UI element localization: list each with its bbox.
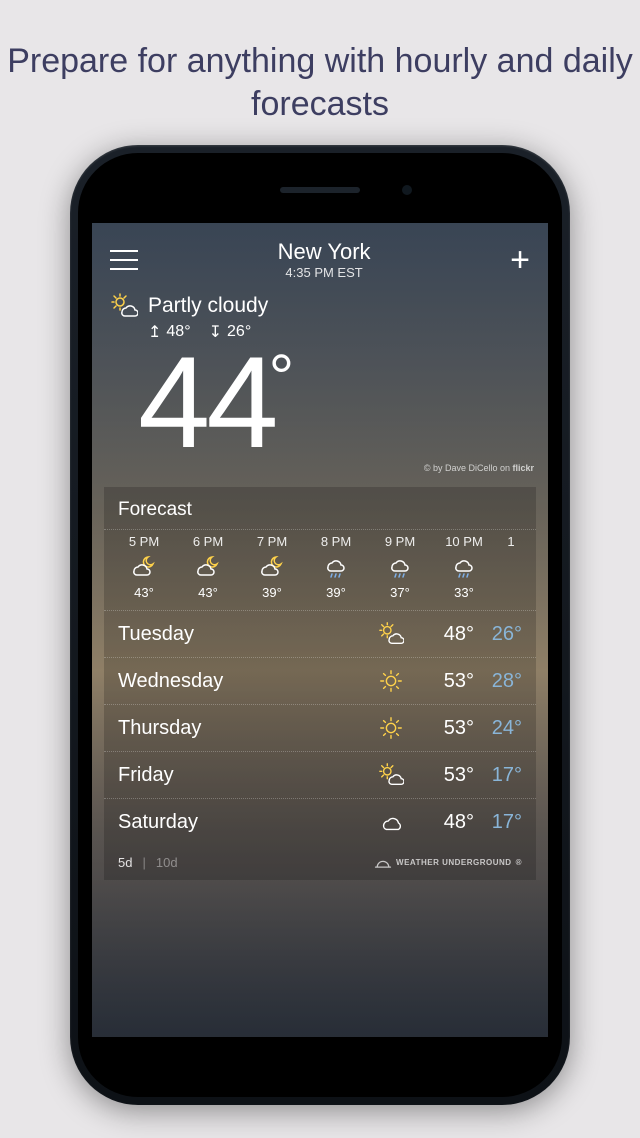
hour-temp: 37°	[368, 585, 432, 600]
photo-attribution: © by Dave DiCello on flickr	[92, 463, 548, 473]
rain-icon	[386, 553, 414, 581]
day-low: 17°	[474, 764, 522, 787]
current-conditions: Partly cloudy ↥ 48° ↧ 26° 44°	[92, 284, 548, 467]
hourly-item: 10 PM 33°	[432, 534, 496, 600]
hour-label: 5 PM	[112, 534, 176, 549]
provider-brand: WEATHER UNDERGROUND®	[374, 858, 522, 868]
partly-cloudy-icon	[110, 292, 138, 320]
hour-label: 7 PM	[240, 534, 304, 549]
hourly-item: 7 PM 39°	[240, 534, 304, 600]
rain-icon	[322, 553, 350, 581]
range-divider: |	[142, 855, 145, 870]
weather-underground-icon	[374, 858, 392, 868]
hour-label: 6 PM	[176, 534, 240, 549]
hourly-item: 6 PM 43°	[176, 534, 240, 600]
daily-forecast: Tuesday48°26°Wednesday53°28°Thursday53°2…	[104, 610, 536, 845]
night-cloud-icon	[194, 553, 222, 581]
forecast-panel: Forecast 5 PM43°6 PM43°7 PM39°8 PM39°9 P…	[104, 487, 536, 880]
sunny-icon	[378, 668, 404, 694]
day-name: Tuesday	[118, 623, 356, 646]
rain-icon	[450, 553, 478, 581]
location-time: 4:35 PM EST	[138, 265, 510, 280]
partly-cloudy-icon	[378, 762, 404, 788]
cloudy-icon	[378, 809, 404, 835]
night-cloud-icon	[130, 553, 158, 581]
daily-row[interactable]: Wednesday 53°28°	[104, 657, 536, 704]
hour-temp: 43°	[112, 585, 176, 600]
day-low: 26°	[474, 623, 522, 646]
hourly-item: 9 PM 37°	[368, 534, 432, 600]
phone-bezel: New York 4:35 PM EST + Partly cloudy ↥ 4…	[78, 153, 562, 1097]
hour-temp: 39°	[240, 585, 304, 600]
night-cloud-icon	[258, 553, 286, 581]
partly-cloudy-icon	[378, 621, 404, 647]
range-5d-button[interactable]: 5d	[118, 855, 132, 870]
hourly-forecast[interactable]: 5 PM43°6 PM43°7 PM39°8 PM39°9 PM37°10 PM…	[104, 529, 536, 610]
promo-headline: Prepare for anything with hourly and dai…	[0, 40, 640, 125]
day-high: 53°	[426, 670, 474, 693]
day-high: 48°	[426, 811, 474, 834]
condition-text: Partly cloudy	[148, 294, 268, 318]
hour-label: 1	[496, 534, 526, 549]
location-block[interactable]: New York 4:35 PM EST	[138, 239, 510, 280]
daily-row[interactable]: Friday 53°17°	[104, 751, 536, 798]
phone-frame: New York 4:35 PM EST + Partly cloudy ↥ 4…	[70, 145, 570, 1105]
day-low: 28°	[474, 670, 522, 693]
forecast-footer: 5d | 10d WEATHER UNDERGROUND®	[104, 845, 536, 880]
daily-row[interactable]: Thursday 53°24°	[104, 704, 536, 751]
current-temperature: 44°	[138, 337, 530, 467]
day-name: Saturday	[118, 811, 356, 834]
day-name: Friday	[118, 764, 356, 787]
menu-icon[interactable]	[110, 250, 138, 270]
location-name: New York	[138, 239, 510, 265]
hour-temp: 33°	[432, 585, 496, 600]
daily-row[interactable]: Tuesday 48°26°	[104, 610, 536, 657]
sunny-icon	[378, 715, 404, 741]
forecast-title: Forecast	[104, 499, 536, 529]
hour-label: 10 PM	[432, 534, 496, 549]
hour-label: 9 PM	[368, 534, 432, 549]
hour-temp: 39°	[304, 585, 368, 600]
add-location-button[interactable]: +	[510, 250, 530, 270]
hour-temp: 43°	[176, 585, 240, 600]
app-screen: New York 4:35 PM EST + Partly cloudy ↥ 4…	[92, 223, 548, 1037]
hourly-item: 5 PM 43°	[112, 534, 176, 600]
day-high: 53°	[426, 764, 474, 787]
range-10d-button[interactable]: 10d	[156, 855, 178, 870]
daily-row[interactable]: Saturday 48°17°	[104, 798, 536, 845]
day-high: 48°	[426, 623, 474, 646]
hourly-item: 1	[496, 534, 526, 600]
day-name: Thursday	[118, 717, 356, 740]
hour-label: 8 PM	[304, 534, 368, 549]
hourly-item: 8 PM 39°	[304, 534, 368, 600]
header-bar: New York 4:35 PM EST +	[92, 223, 548, 284]
day-low: 24°	[474, 717, 522, 740]
day-name: Wednesday	[118, 670, 356, 693]
day-high: 53°	[426, 717, 474, 740]
day-low: 17°	[474, 811, 522, 834]
